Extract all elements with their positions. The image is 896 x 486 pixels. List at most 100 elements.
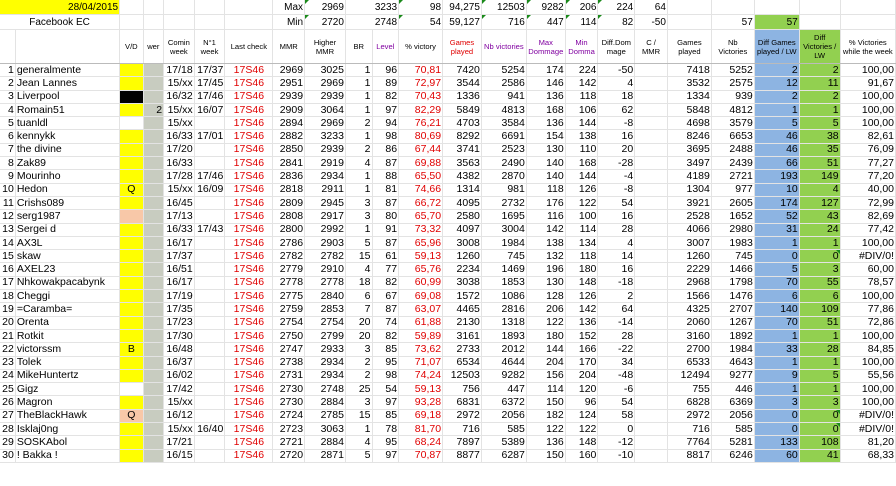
lw-games-cell[interactable]: 5848 bbox=[667, 103, 712, 118]
pct-victory-cell[interactable]: 65,50 bbox=[398, 169, 444, 184]
games-played-cell[interactable]: 3563 bbox=[442, 156, 482, 171]
br-cell[interactable]: 5 bbox=[345, 236, 373, 251]
col-gp[interactable]: Games played bbox=[667, 29, 712, 64]
comin-week-cell[interactable]: 16/33 bbox=[163, 129, 195, 144]
player-name-cell[interactable]: tuanldl bbox=[15, 116, 121, 131]
last-check-cell[interactable]: 17S46 bbox=[224, 223, 274, 237]
higher-mmr-cell[interactable]: 2799 bbox=[304, 329, 346, 344]
higher-mmr-cell[interactable]: 2919 bbox=[304, 156, 346, 171]
last-check-cell[interactable]: 17S46 bbox=[224, 196, 274, 211]
n1-week-cell[interactable] bbox=[194, 329, 226, 344]
br-cell[interactable]: 3 bbox=[345, 209, 373, 224]
games-played-cell[interactable]: 1572 bbox=[442, 289, 482, 304]
pct-victory-cell[interactable]: 68,24 bbox=[398, 435, 444, 450]
nb-victories-cell[interactable]: 1893 bbox=[481, 329, 527, 344]
player-name-cell[interactable]: Sergei d bbox=[15, 223, 121, 237]
pct-victory-cell[interactable]: 76,21 bbox=[398, 116, 444, 131]
games-played-cell[interactable]: 3161 bbox=[442, 329, 482, 344]
diff-games-cell[interactable]: 31 bbox=[754, 223, 800, 237]
player-name-cell[interactable]: AXEL23 bbox=[15, 262, 121, 277]
vd-cell[interactable] bbox=[119, 76, 144, 91]
n1-week-cell[interactable] bbox=[194, 196, 226, 211]
diff-dommage-cell[interactable]: 4 bbox=[597, 76, 636, 91]
mmr-cell[interactable]: 2730 bbox=[272, 395, 306, 410]
games-played-cell[interactable]: 716 bbox=[442, 422, 482, 437]
lw-victories-cell[interactable]: 5252 bbox=[711, 63, 755, 78]
rank-cell[interactable]: 19 bbox=[0, 302, 16, 317]
higher-mmr-cell[interactable]: 2903 bbox=[304, 236, 346, 251]
diff-games-cell[interactable]: 3 bbox=[754, 395, 800, 410]
comin-week-cell[interactable]: 16/32 bbox=[163, 90, 195, 104]
wer-cell[interactable] bbox=[143, 156, 165, 171]
pct-week-cell[interactable]: 100,00 bbox=[840, 236, 896, 251]
rank-cell[interactable]: 23 bbox=[0, 356, 16, 370]
lw-victories-cell[interactable]: 6246 bbox=[711, 449, 755, 463]
higher-mmr-cell[interactable]: 2911 bbox=[304, 183, 346, 197]
last-check-cell[interactable]: 17S46 bbox=[224, 342, 274, 357]
min-dommage-cell[interactable]: 142 bbox=[565, 76, 599, 91]
diff-games-cell[interactable]: 133 bbox=[754, 435, 800, 450]
wer-cell[interactable] bbox=[143, 316, 165, 330]
diff-dommage-cell[interactable]: 64 bbox=[597, 302, 636, 317]
diff-dommage-cell[interactable]: 34 bbox=[597, 356, 636, 370]
n1-week-cell[interactable]: 17/01 bbox=[194, 129, 226, 144]
wer-cell[interactable] bbox=[143, 63, 165, 78]
pct-week-cell[interactable]: 40,00 bbox=[840, 183, 896, 197]
n1-week-cell[interactable] bbox=[194, 143, 226, 158]
rank-cell[interactable]: 1 bbox=[0, 63, 16, 78]
lw-games-cell[interactable]: 6533 bbox=[667, 356, 712, 370]
mmr-cell[interactable]: 2818 bbox=[272, 183, 306, 197]
higher-mmr-cell[interactable]: 2969 bbox=[304, 116, 346, 131]
diff-games-cell[interactable]: 1 bbox=[754, 329, 800, 344]
last-check-cell[interactable]: 17S46 bbox=[224, 183, 274, 197]
lw-games-cell[interactable]: 3921 bbox=[667, 196, 712, 211]
c-mmr-cell[interactable] bbox=[634, 143, 668, 158]
c-mmr-cell[interactable] bbox=[634, 169, 668, 184]
player-name-cell[interactable]: Crishs089 bbox=[15, 196, 121, 211]
diff-dommage-cell[interactable]: 54 bbox=[597, 196, 636, 211]
last-check-cell[interactable]: 17S46 bbox=[224, 382, 274, 397]
min-dommage-cell[interactable]: 144 bbox=[565, 169, 599, 184]
n1-week-cell[interactable] bbox=[194, 342, 226, 357]
diff-dommage-cell[interactable]: 16 bbox=[597, 129, 636, 144]
min-dommage-cell[interactable]: 168 bbox=[565, 156, 599, 171]
c-mmr-cell[interactable] bbox=[634, 342, 668, 357]
games-played-cell[interactable]: 1314 bbox=[442, 183, 482, 197]
br-cell[interactable]: 3 bbox=[345, 196, 373, 211]
games-played-cell[interactable]: 2130 bbox=[442, 316, 482, 330]
mmr-cell[interactable]: 2754 bbox=[272, 316, 306, 330]
level-cell[interactable]: 97 bbox=[372, 103, 400, 118]
lw-victories-cell[interactable]: 6369 bbox=[711, 395, 755, 410]
lw-games-cell[interactable]: 2060 bbox=[667, 316, 712, 330]
pct-victory-cell[interactable]: 59,13 bbox=[398, 249, 444, 264]
pct-victory-cell[interactable]: 82,29 bbox=[398, 103, 444, 118]
nb-victories-cell[interactable]: 981 bbox=[481, 183, 527, 197]
diff-games-cell[interactable]: 5 bbox=[754, 116, 800, 131]
pct-victory-cell[interactable]: 81,70 bbox=[398, 422, 444, 437]
higher-mmr-cell[interactable]: 2754 bbox=[304, 316, 346, 330]
diff-dommage-cell[interactable]: -10 bbox=[597, 449, 636, 463]
br-cell[interactable]: 3 bbox=[345, 395, 373, 410]
diff-games-cell[interactable]: 2 bbox=[754, 63, 800, 78]
min-higher-mmr[interactable]: 2748 bbox=[345, 14, 400, 30]
rank-cell[interactable]: 15 bbox=[0, 249, 16, 264]
higher-mmr-cell[interactable]: 2933 bbox=[304, 342, 346, 357]
pct-victory-cell[interactable]: 59,13 bbox=[398, 382, 444, 397]
vd-cell[interactable] bbox=[119, 369, 144, 384]
nb-victories-cell[interactable]: 1853 bbox=[481, 276, 527, 291]
min-dommage-cell[interactable]: 166 bbox=[565, 342, 599, 357]
date-cell[interactable]: 28/04/2015 bbox=[0, 0, 121, 15]
pct-week-cell[interactable]: 77,42 bbox=[840, 223, 896, 237]
games-played-cell[interactable]: 8292 bbox=[442, 129, 482, 144]
c-mmr-cell[interactable] bbox=[634, 103, 668, 118]
comin-week-cell[interactable]: 17/20 bbox=[163, 143, 195, 158]
br-cell[interactable]: 20 bbox=[345, 329, 373, 344]
min-dommage-cell[interactable]: 148 bbox=[565, 435, 599, 450]
n1-week-cell[interactable] bbox=[194, 236, 226, 251]
nb-victories-cell[interactable]: 1318 bbox=[481, 316, 527, 330]
higher-mmr-cell[interactable]: 3064 bbox=[304, 103, 346, 118]
level-cell[interactable]: 87 bbox=[372, 156, 400, 171]
nb-victories-cell[interactable]: 9282 bbox=[481, 369, 527, 384]
col-nbvic[interactable]: Nb victories bbox=[481, 29, 527, 64]
games-played-cell[interactable]: 4703 bbox=[442, 116, 482, 131]
